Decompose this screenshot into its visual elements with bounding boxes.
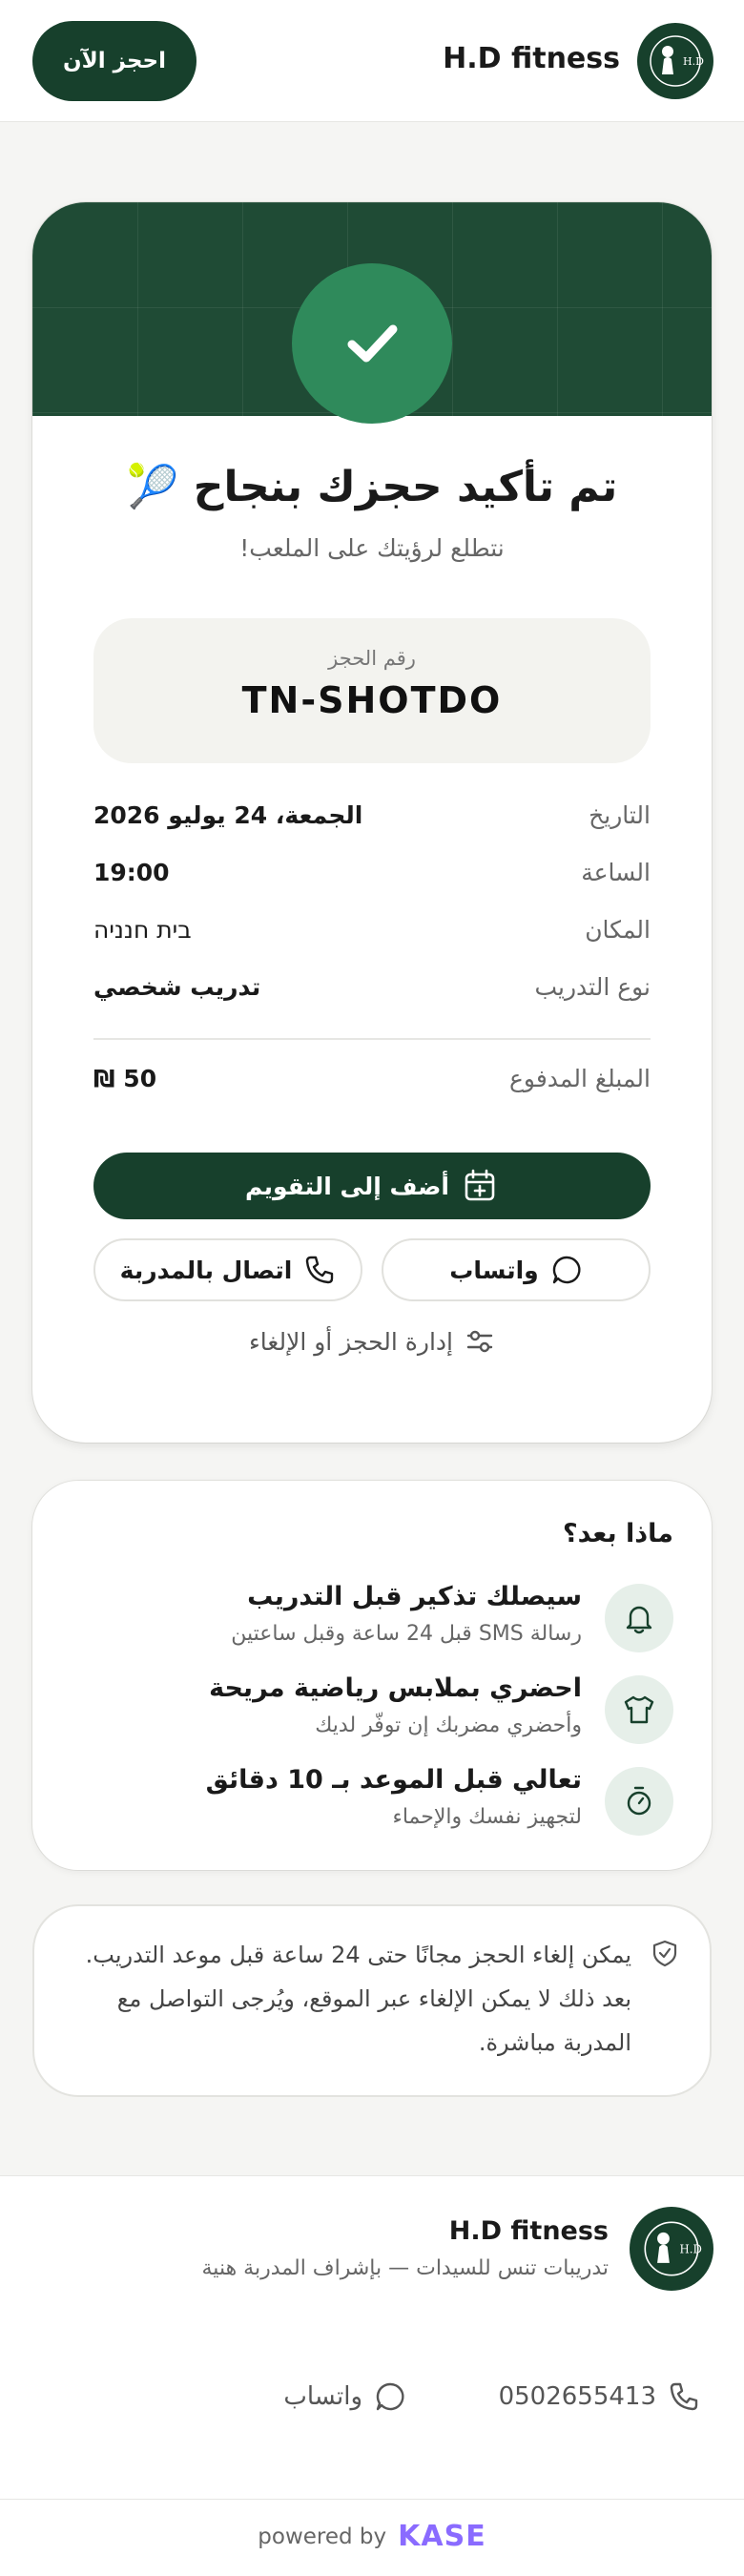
logo-icon: H.D xyxy=(650,35,704,87)
brand-name: H.D fitness xyxy=(443,42,620,75)
shirt-icon xyxy=(605,1675,673,1744)
brand-logo[interactable]: H.D xyxy=(637,23,713,99)
sliders-icon xyxy=(466,1330,493,1353)
svg-text:H.D: H.D xyxy=(683,55,704,68)
footer-tagline: تدريبات تنس للسيدات — بإشراف المدربة هني… xyxy=(201,2256,609,2280)
confirmation-title: تم تأكيد حجزك بنجاح 🎾 xyxy=(126,463,618,511)
footer-phone-link[interactable]: 0502655413 xyxy=(499,2380,700,2413)
next-step-subtitle: رسالة SMS قبل 24 ساعة وقبل ساعتين xyxy=(231,1622,582,1646)
next-step-subtitle: وأحضري مضربك إن توفّر لديك xyxy=(315,1714,582,1737)
success-check-icon xyxy=(292,263,452,424)
manage-booking-label: إدارة الحجز أو الإلغاء xyxy=(249,1327,453,1356)
call-coach-button[interactable]: اتصال بالمدربة xyxy=(93,1238,362,1301)
bell-icon xyxy=(605,1584,673,1652)
cancellation-policy: يمكن إلغاء الحجز مجانًا حتى 24 ساعة قبل … xyxy=(32,1904,712,2097)
next-step-subtitle: لتجهيز نفسك والإحماء xyxy=(392,1805,582,1829)
powered-by-label: powered by xyxy=(258,2524,387,2549)
next-step-item: تعالي قبل الموعد بـ 10 دقائق لتجهيز نفسك… xyxy=(71,1763,673,1839)
top-bar: احجز الآن H.D fitness H.D xyxy=(0,0,744,122)
footer-phone: 0502655413 xyxy=(498,2382,656,2411)
next-step-title: سيصلك تذكير قبل التدريب xyxy=(247,1582,582,1611)
phone-icon xyxy=(670,2382,698,2411)
next-step-item: احضري بملابس رياضية مريحة وأحضري مضربك إ… xyxy=(71,1672,673,1748)
powered-by[interactable]: powered by KASE xyxy=(0,2520,744,2553)
footer-logo: H.D xyxy=(630,2207,713,2291)
booking-reference-box: رقم الحجز TN-SHOTDO xyxy=(93,618,651,763)
detail-label: الساعة xyxy=(581,859,651,886)
detail-value: 19:00 xyxy=(93,859,170,886)
footer: H.D H.D fitness تدريبات تنس للسيدات — بإ… xyxy=(0,2175,744,2576)
detail-label: نوع التدريب xyxy=(534,973,651,1001)
footer-whatsapp-link[interactable]: واتساب xyxy=(283,2380,406,2413)
add-to-calendar-button[interactable]: أضف إلى التقويم xyxy=(93,1153,651,1219)
phone-icon xyxy=(306,1256,334,1284)
next-steps-title: ماذا بعد؟ xyxy=(562,1519,673,1548)
next-steps-card: ماذا بعد؟ سيصلك تذكير قبل التدريب رسالة … xyxy=(32,1481,712,1870)
whatsapp-button[interactable]: واتساب xyxy=(382,1238,651,1301)
logo-icon: H.D xyxy=(644,2221,702,2276)
detail-value: בית חנניה xyxy=(93,916,192,944)
footer-whatsapp: واتساب xyxy=(283,2382,362,2411)
whatsapp-label: واتساب xyxy=(449,1256,539,1284)
call-coach-label: اتصال بالمدربة xyxy=(119,1256,293,1284)
amount-label: المبلغ المدفوع xyxy=(508,1065,651,1092)
next-step-item: سيصلك تذكير قبل التدريب رسالة SMS قبل 24… xyxy=(71,1580,673,1656)
next-step-title: تعالي قبل الموعد بـ 10 دقائق xyxy=(205,1765,582,1795)
detail-row-amount: المبلغ المدفوع ₪ 50 xyxy=(93,1065,651,1103)
detail-label: التاريخ xyxy=(589,801,651,829)
detail-label: المكان xyxy=(585,916,651,944)
calendar-plus-icon xyxy=(465,1169,495,1201)
detail-divider xyxy=(93,1038,651,1040)
book-now-button[interactable]: احجز الآن xyxy=(32,21,196,101)
booking-ref-label: رقم الحجز xyxy=(328,647,416,670)
chat-bubble-icon xyxy=(376,2382,404,2411)
add-to-calendar-label: أضف إلى التقويم xyxy=(245,1172,449,1200)
detail-row-time: الساعة 19:00 xyxy=(93,859,651,897)
svg-text:H.D: H.D xyxy=(680,2242,702,2255)
footer-brand-name: H.D fitness xyxy=(448,2216,609,2246)
kase-logo: KASE xyxy=(398,2520,486,2553)
detail-row-type: نوع التدريب تدريب شخصي xyxy=(93,973,651,1011)
footer-divider xyxy=(0,2499,744,2500)
chat-bubble-icon xyxy=(552,1256,581,1284)
shield-check-icon xyxy=(652,1940,677,1967)
confirmation-card: تم تأكيد حجزك بنجاح 🎾 نتطلع لرؤيتك على ا… xyxy=(32,202,712,1443)
next-step-title: احضري بملابس رياضية مريحة xyxy=(209,1673,582,1703)
confirmation-subtitle: نتطلع لرؤيتك على الملعب! xyxy=(239,534,505,562)
booking-ref-code: TN-SHOTDO xyxy=(241,679,503,721)
detail-value: تدريب شخصي xyxy=(93,973,261,1001)
amount-value: ₪ 50 xyxy=(93,1065,157,1092)
manage-booking-link[interactable]: إدارة الحجز أو الإلغاء xyxy=(32,1326,712,1357)
detail-row-date: التاريخ الجمعة، 24 يوليو 2026 xyxy=(93,801,651,840)
policy-text: يمكن إلغاء الحجز مجانًا حتى 24 ساعة قبل … xyxy=(85,1942,631,2056)
timer-icon xyxy=(605,1767,673,1836)
detail-value: الجمعة، 24 يوليو 2026 xyxy=(93,801,363,829)
detail-row-location: المكان בית חנניה xyxy=(93,916,651,954)
